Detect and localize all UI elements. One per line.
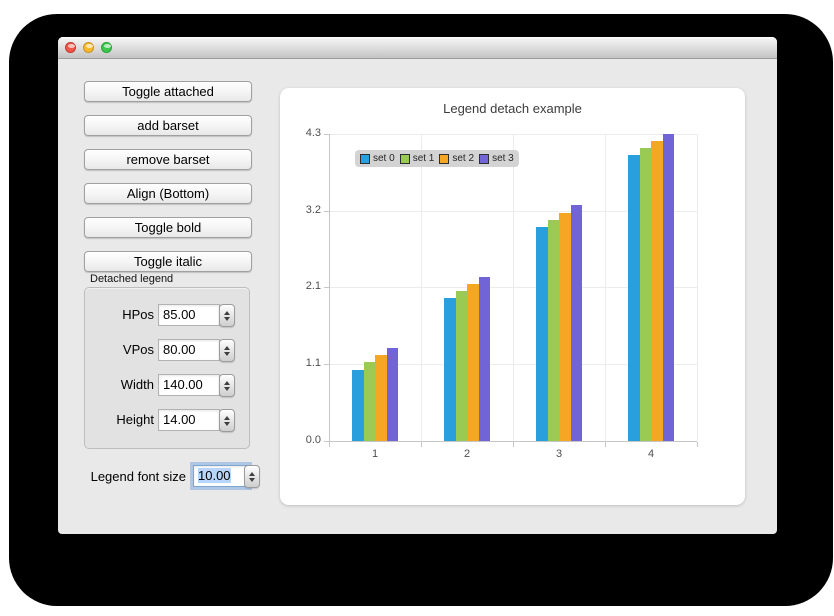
legend-marker-set-1[interactable] (400, 154, 410, 164)
chart-title: Legend detach example (280, 101, 745, 116)
arrow-down-icon[interactable] (249, 478, 255, 482)
button-align-bottom[interactable]: Align (Bottom) (84, 183, 252, 204)
hpos-field[interactable]: 85.00 (158, 304, 220, 326)
hpos-stepper[interactable] (219, 304, 235, 327)
width-label: Width (89, 377, 154, 392)
titlebar[interactable] (58, 37, 777, 59)
y-axis-label: 0.0 (280, 434, 321, 446)
arrow-up-icon[interactable] (249, 472, 255, 476)
vpos-stepper[interactable] (219, 339, 235, 362)
x-axis-label: 2 (447, 448, 487, 460)
button-add-barset[interactable]: add barset (84, 115, 252, 136)
bar-set-0-cat2 (444, 298, 456, 441)
legend-label: set 2 (452, 150, 474, 167)
arrow-down-icon[interactable] (224, 387, 230, 391)
legend-marker-set-0[interactable] (360, 154, 370, 164)
bar-set-0-cat1 (352, 370, 364, 441)
legend-font-size-label: Legend font size (81, 469, 186, 484)
detached-legend-groupbox: HPos 85.00 VPos 80.00 Width 140.00 Height 14.00 (84, 287, 250, 449)
button-toggle-attached[interactable]: Toggle attached (84, 81, 252, 102)
close-button[interactable] (65, 42, 76, 53)
x-axis-label: 1 (355, 448, 395, 460)
button-toggle-bold[interactable]: Toggle bold (84, 217, 252, 238)
v-gridline (697, 134, 698, 441)
legend-font-size-field[interactable]: 10.00 (193, 465, 249, 487)
bar-set-3-cat1 (387, 348, 399, 441)
height-stepper[interactable] (219, 409, 235, 432)
bar-set-3-cat3 (571, 205, 583, 441)
legend-item-set-3: set 3 (479, 150, 514, 167)
bar-set-0-cat3 (536, 227, 548, 441)
y-axis-label: 3.2 (280, 204, 321, 216)
legend-item-set-1: set 1 (400, 150, 435, 167)
x-axis-label: 4 (631, 448, 671, 460)
arrow-up-icon[interactable] (224, 311, 230, 315)
app-window: Toggle attached add barset remove barset Al… (58, 37, 777, 534)
bar-set-2-cat1 (375, 355, 387, 441)
legend-label: set 0 (373, 150, 395, 167)
minimize-button[interactable] (83, 42, 94, 53)
button-toggle-italic[interactable]: Toggle italic (84, 251, 252, 272)
arrow-down-icon[interactable] (224, 317, 230, 321)
height-field[interactable]: 14.00 (158, 409, 220, 431)
width-field[interactable]: 140.00 (158, 374, 220, 396)
legend-font-size-stepper[interactable] (244, 465, 260, 488)
button-remove-barset[interactable]: remove barset (84, 149, 252, 170)
spinrow-hpos: HPos 85.00 (85, 304, 249, 328)
v-gridline (513, 134, 514, 441)
x-tick (697, 442, 698, 447)
x-tick (605, 442, 606, 447)
y-axis-line (329, 134, 330, 441)
vpos-label: VPos (89, 342, 154, 357)
bar-set-1-cat3 (548, 220, 560, 441)
legend-label: set 3 (492, 150, 514, 167)
detached-chart-legend[interactable]: set 0 set 1 set 2 set 3 (355, 150, 519, 167)
legend-marker-set-2[interactable] (439, 154, 449, 164)
bar-set-2-cat4 (651, 141, 663, 441)
height-label: Height (89, 412, 154, 427)
v-gridline (421, 134, 422, 441)
groupbox-title: Detached legend (90, 273, 173, 285)
spinrow-width: Width 140.00 (85, 374, 249, 398)
bar-set-2-cat2 (467, 284, 479, 441)
x-tick (513, 442, 514, 447)
legend-label: set 1 (413, 150, 435, 167)
spinrow-height: Height 14.00 (85, 409, 249, 433)
y-axis-label: 4.3 (280, 127, 321, 139)
bar-set-0-cat4 (628, 155, 640, 441)
arrow-up-icon[interactable] (224, 381, 230, 385)
hpos-label: HPos (89, 307, 154, 322)
zoom-button[interactable] (101, 42, 112, 53)
legend-item-set-0: set 0 (360, 150, 395, 167)
bar-set-1-cat2 (456, 291, 468, 441)
y-axis-label: 1.1 (280, 357, 321, 369)
screenshot-canvas: Toggle attached add barset remove barset Al… (0, 0, 834, 616)
legend-item-set-2: set 2 (439, 150, 474, 167)
selected-text: 10.00 (198, 468, 231, 483)
chart-view: Legend detach example 0.0 1.1 2.1 3.2 4.3 1 2 3… (280, 88, 745, 505)
width-stepper[interactable] (219, 374, 235, 397)
v-gridline (605, 134, 606, 441)
x-axis-label: 3 (539, 448, 579, 460)
vpos-field[interactable]: 80.00 (158, 339, 220, 361)
arrow-down-icon[interactable] (224, 422, 230, 426)
x-tick (329, 442, 330, 447)
arrow-down-icon[interactable] (224, 352, 230, 356)
legend-marker-set-3[interactable] (479, 154, 489, 164)
arrow-up-icon[interactable] (224, 346, 230, 350)
bar-set-1-cat1 (364, 362, 376, 441)
x-tick (421, 442, 422, 447)
spinrow-vpos: VPos 80.00 (85, 339, 249, 363)
bar-set-3-cat2 (479, 277, 491, 441)
bar-set-2-cat3 (559, 213, 571, 441)
bar-set-3-cat4 (663, 134, 675, 441)
arrow-up-icon[interactable] (224, 416, 230, 420)
bar-set-1-cat4 (640, 148, 652, 441)
y-axis-label: 2.1 (280, 280, 321, 292)
